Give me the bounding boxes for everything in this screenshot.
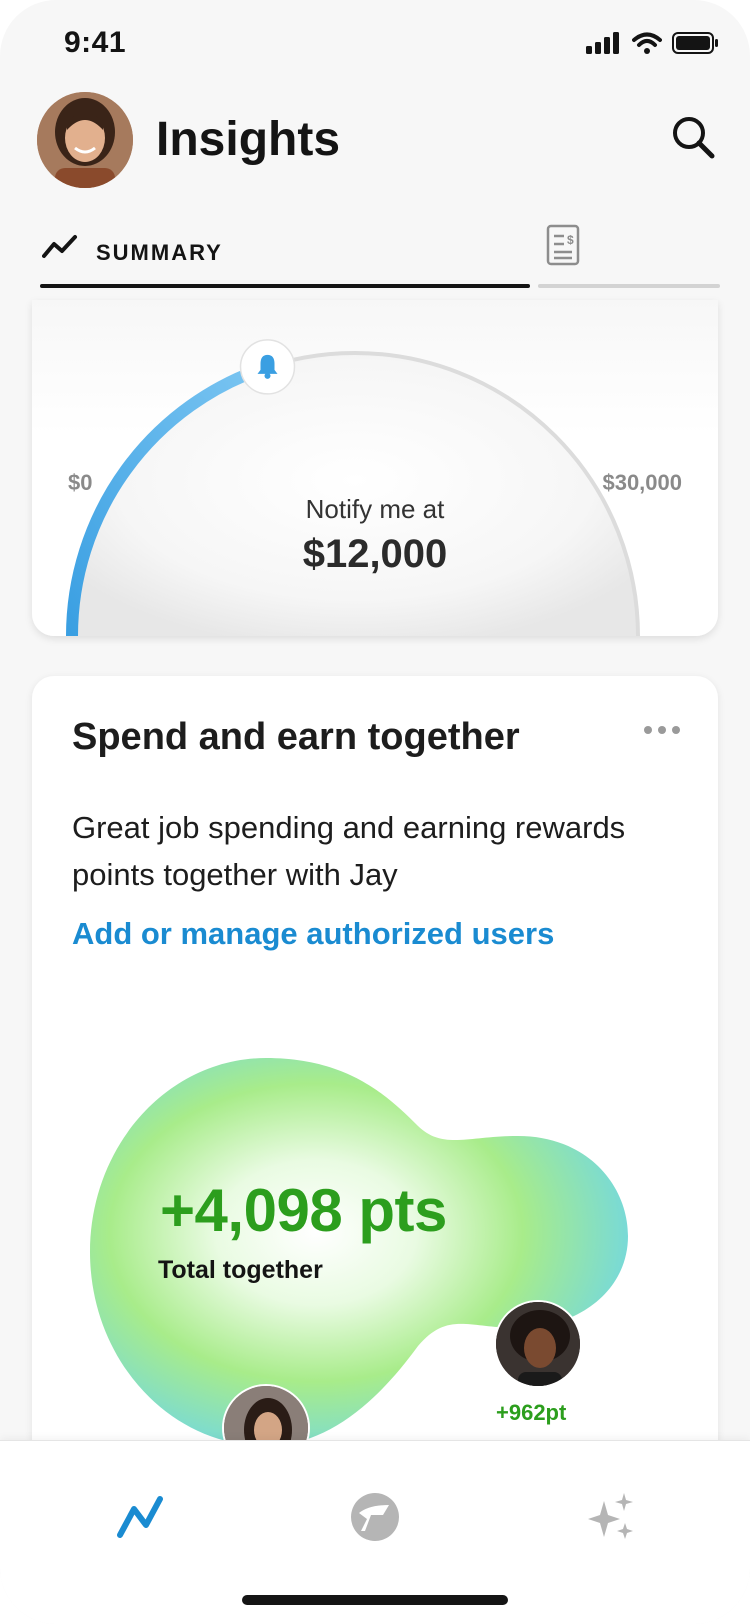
tab-statement[interactable]: $ [538, 224, 720, 288]
status-bar: 9:41 [0, 0, 750, 90]
card-title: Spend and earn together [72, 716, 520, 758]
status-icons [586, 32, 718, 54]
nav-discover[interactable] [572, 1483, 652, 1551]
authorized-user-portrait [496, 1302, 580, 1386]
tab-summary-label: SUMMARY [96, 240, 223, 265]
rewards-nav-icon [351, 1493, 399, 1541]
balance-alert-gauge-card: $0 $30,000 Notify me at $12,000 [32, 300, 718, 636]
statement-icon: $ [546, 224, 580, 266]
page-title: Insights [156, 113, 341, 166]
notify-label: Notify me at [305, 494, 445, 524]
trend-icon [42, 235, 77, 258]
nav-insights[interactable] [100, 1483, 180, 1551]
more-options-button[interactable] [642, 718, 682, 742]
authorized-user-avatar[interactable] [494, 1300, 582, 1388]
status-time: 9:41 [64, 26, 127, 59]
gauge-max-label: $30,000 [602, 470, 682, 495]
more-icon-dot [672, 726, 680, 734]
gauge-handle[interactable] [239, 339, 296, 395]
bottom-navigation [0, 1440, 750, 1624]
signal-icon [586, 32, 619, 54]
tab-summary[interactable]: SUMMARY [40, 228, 530, 288]
avatar-portrait [37, 92, 133, 188]
battery-icon [672, 32, 718, 54]
gauge-dial [66, 339, 640, 636]
home-indicator[interactable] [242, 1595, 508, 1605]
header: Insights [0, 90, 750, 200]
tab-bar: SUMMARY $ [40, 224, 720, 288]
total-points-value: +4,098 pts [160, 1177, 447, 1244]
points-blob-graphic [90, 1058, 628, 1446]
gauge-min-label: $0 [68, 470, 93, 495]
wifi-icon [632, 32, 662, 54]
more-icon-dot [644, 726, 652, 734]
insights-nav-icon [117, 1496, 163, 1538]
more-icon-dot [658, 726, 666, 734]
svg-text:$: $ [567, 233, 574, 247]
authorized-user-points: +962pt [496, 1400, 567, 1425]
tab-inactive-indicator [538, 284, 720, 288]
sparkle-nav-icon [588, 1493, 633, 1539]
total-points-label: Total together [158, 1256, 323, 1284]
search-button[interactable] [668, 112, 720, 164]
avatar[interactable] [37, 92, 133, 188]
search-icon [673, 117, 715, 159]
tab-active-indicator [40, 284, 530, 288]
card-description: Great job spending and earning rewards p… [72, 810, 626, 892]
manage-authorized-users-link[interactable]: Add or manage authorized users [72, 916, 554, 952]
notify-value: $12,000 [302, 532, 448, 576]
nav-rewards[interactable] [335, 1483, 415, 1551]
phone-screen: 9:41 Insights SUMMARY $ $0 $30,000 Notif… [0, 0, 750, 1624]
